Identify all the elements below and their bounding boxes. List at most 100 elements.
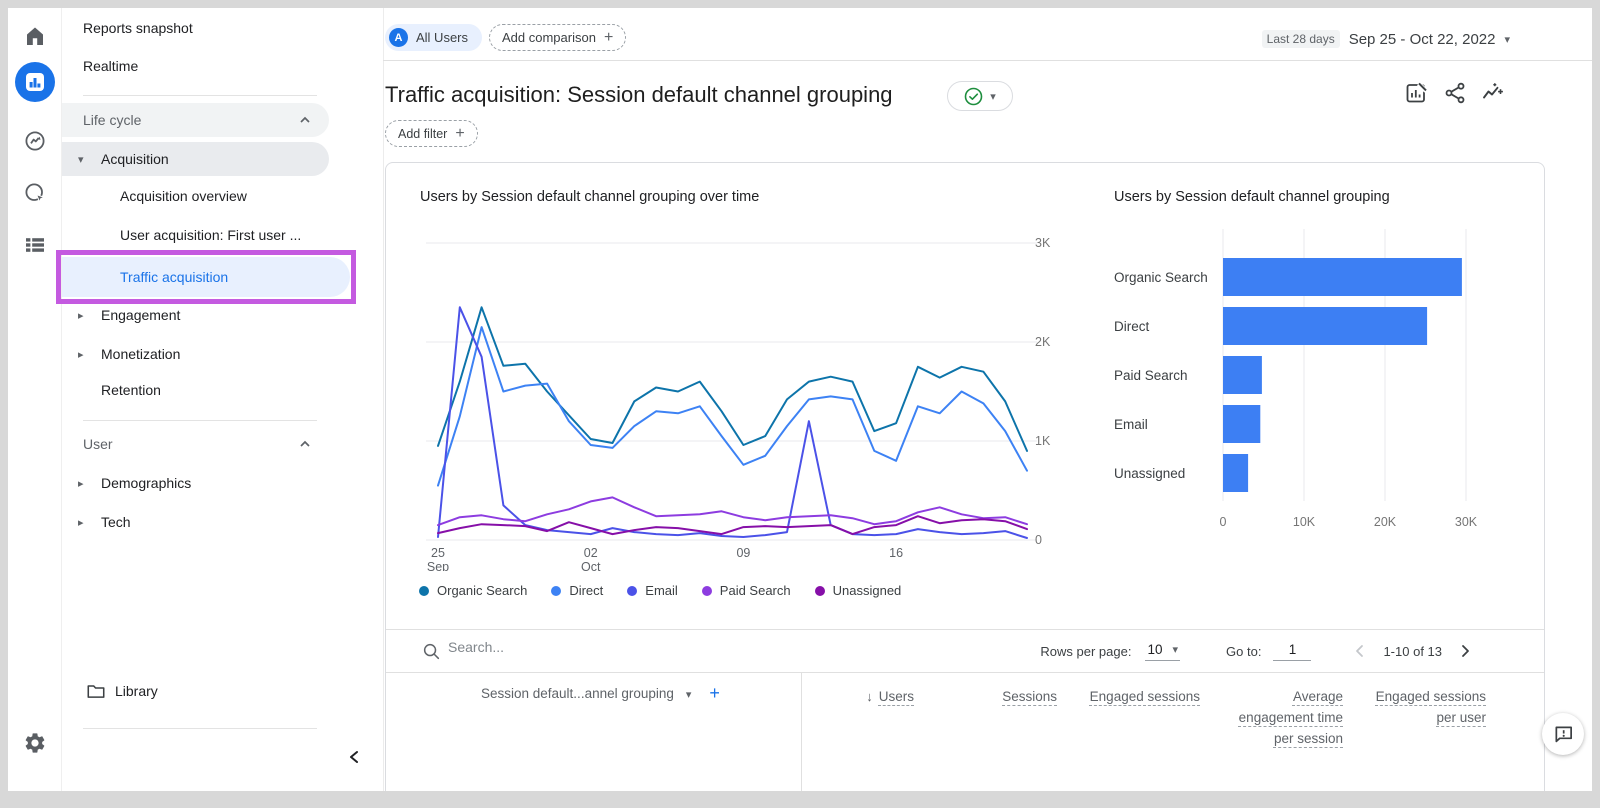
- sidebar-item-acquisition[interactable]: ▾ Acquisition: [62, 142, 329, 176]
- caret-right-icon: ▸: [78, 516, 84, 529]
- chevron-right-icon: [1462, 645, 1469, 657]
- goto-label: Go to:: [1226, 643, 1262, 659]
- category-label: Direct: [1114, 319, 1150, 334]
- add-filter-button[interactable]: Add filter +: [385, 120, 478, 147]
- home-button[interactable]: [21, 22, 49, 50]
- caret-right-icon: ▸: [78, 477, 84, 490]
- chevron-left-icon: [346, 748, 364, 766]
- table-toolbar: Rows per page: 10 ▾ Go to: 1 1-10 of 13: [386, 630, 1544, 672]
- search-input[interactable]: [448, 639, 728, 655]
- feedback-icon: [1553, 724, 1574, 745]
- explore-button[interactable]: [21, 127, 49, 155]
- rows-per-page-select[interactable]: 10 ▾: [1145, 641, 1181, 661]
- customize-report-button[interactable]: [1404, 81, 1428, 105]
- add-comparison-button[interactable]: Add comparison +: [489, 24, 627, 51]
- sidebar-section-user[interactable]: User: [62, 433, 329, 455]
- reports-button[interactable]: [15, 62, 55, 102]
- add-dimension-button[interactable]: +: [709, 683, 720, 704]
- settings-gear-icon: [23, 731, 47, 755]
- date-range-value: Sep 25 - Oct 22, 2022: [1348, 30, 1496, 48]
- item-label: Tech: [101, 514, 131, 530]
- dimension-column-header[interactable]: Session default...annel grouping ▾ +: [386, 672, 801, 791]
- bar-unassigned: [1223, 454, 1249, 492]
- x-axis-sublabel: Oct: [581, 560, 601, 571]
- reports-sidebar: Reports snapshot Realtime Life cycle ▾ A…: [56, 8, 383, 791]
- caret-down-icon: ▾: [78, 153, 84, 166]
- advertising-button[interactable]: [21, 179, 49, 207]
- date-range-selector[interactable]: Last 28 days Sep 25 - Oct 22, 2022 ▾: [1261, 30, 1510, 48]
- share-report-button[interactable]: [1443, 81, 1467, 105]
- sidebar-item-user-acquisition[interactable]: User acquisition: First user ...: [120, 227, 301, 243]
- y-axis-label: 1K: [1035, 434, 1051, 448]
- legend-dot: [551, 585, 562, 596]
- table-header-row: Session default...annel grouping ▾ + ↓ Us…: [386, 672, 1516, 791]
- category-label: Paid Search: [1114, 368, 1188, 383]
- reports-icon: [15, 62, 55, 102]
- sidebar-item-realtime[interactable]: Realtime: [83, 58, 138, 74]
- item-label: Engagement: [101, 307, 181, 323]
- plus-icon: +: [603, 28, 614, 46]
- column-label: Sessions: [1002, 689, 1057, 704]
- all-users-chip[interactable]: A All Users: [385, 24, 483, 51]
- sidebar-divider: [83, 95, 317, 96]
- item-label: Monetization: [101, 346, 181, 362]
- x-axis-label: 25: [431, 546, 445, 560]
- screenshot-frame: Reports snapshot Realtime Life cycle ▾ A…: [0, 0, 1600, 808]
- legend-item-paid-search: Paid Search: [701, 583, 791, 598]
- configure-button[interactable]: [21, 231, 49, 259]
- legend-label: Organic Search: [437, 583, 528, 598]
- dimension-column-label: Session default...annel grouping: [481, 686, 674, 701]
- sidebar-item-engagement[interactable]: ▸ Engagement: [62, 304, 329, 326]
- sidebar-item-library[interactable]: Library: [62, 678, 329, 704]
- line-series-organic-search: [437, 306, 1028, 452]
- goto-page-value: 1: [1288, 641, 1297, 657]
- column-header-engaged-sessions-per-user[interactable]: Engaged sessions per user: [1373, 672, 1516, 791]
- line-chart-title: Users by Session default channel groupin…: [420, 189, 760, 205]
- sidebar-item-reports-snapshot[interactable]: Reports snapshot: [83, 20, 193, 36]
- advertising-icon: [23, 181, 47, 205]
- pagination-controls: Rows per page: 10 ▾ Go to: 1 1-10 of 13: [1040, 630, 1474, 672]
- feedback-button[interactable]: [1542, 713, 1584, 755]
- sidebar-item-demographics[interactable]: ▸ Demographics: [62, 472, 329, 494]
- next-page-button[interactable]: [1456, 642, 1474, 660]
- sidebar-item-retention[interactable]: Retention: [101, 382, 161, 398]
- caret-right-icon: ▸: [78, 348, 84, 361]
- table-column-divider: [801, 672, 802, 791]
- insights-button[interactable]: [1481, 81, 1505, 105]
- plus-icon: +: [455, 124, 465, 142]
- x-axis-label: 30K: [1455, 515, 1478, 529]
- collapse-sidebar-button[interactable]: [346, 748, 364, 766]
- goto-page-input[interactable]: 1: [1273, 641, 1312, 661]
- sidebar-item-tech[interactable]: ▸ Tech: [62, 511, 329, 533]
- legend-dot: [627, 585, 638, 596]
- legend-dot: [419, 585, 429, 596]
- legend-item-organic-search: Organic Search: [419, 583, 527, 598]
- sidebar-item-monetization[interactable]: ▸ Monetization: [62, 343, 329, 365]
- chevron-up-icon: [297, 436, 313, 452]
- previous-page-button[interactable]: [1351, 642, 1369, 660]
- legend-item-email: Email: [627, 583, 678, 598]
- item-label: Traffic acquisition: [120, 269, 229, 285]
- column-header-engaged-sessions[interactable]: Engaged sessions: [1087, 672, 1230, 791]
- legend-label: Unassigned: [832, 583, 902, 598]
- column-label: Average engagement time per session: [1238, 689, 1343, 746]
- sidebar-section-life-cycle[interactable]: Life cycle: [62, 103, 329, 137]
- column-header-avg-engagement-time[interactable]: Average engagement time per session: [1230, 672, 1373, 791]
- column-header-sessions[interactable]: Sessions: [944, 672, 1087, 791]
- line-series-direct: [437, 326, 1028, 487]
- sort-descending-icon: ↓: [866, 689, 873, 704]
- y-axis-label: 2K: [1035, 335, 1051, 349]
- caret-down-icon: ▾: [1504, 33, 1510, 46]
- report-status-dropdown[interactable]: ▾: [947, 81, 1013, 111]
- column-header-users[interactable]: ↓ Users: [801, 672, 944, 791]
- y-axis-label: 3K: [1035, 236, 1051, 250]
- sidebar-item-acquisition-overview[interactable]: Acquisition overview: [120, 188, 247, 204]
- sidebar-divider: [83, 420, 317, 421]
- customize-report-icon: [1404, 81, 1428, 105]
- settings-button[interactable]: [21, 729, 49, 757]
- rows-per-page-value: 10: [1147, 641, 1163, 657]
- app-window: Reports snapshot Realtime Life cycle ▾ A…: [8, 8, 1592, 791]
- sidebar-item-traffic-acquisition[interactable]: Traffic acquisition: [62, 257, 350, 297]
- x-axis-label: 09: [736, 546, 750, 560]
- line-chart-legend: Organic Search Direct Email Paid Search Unas…: [419, 583, 901, 598]
